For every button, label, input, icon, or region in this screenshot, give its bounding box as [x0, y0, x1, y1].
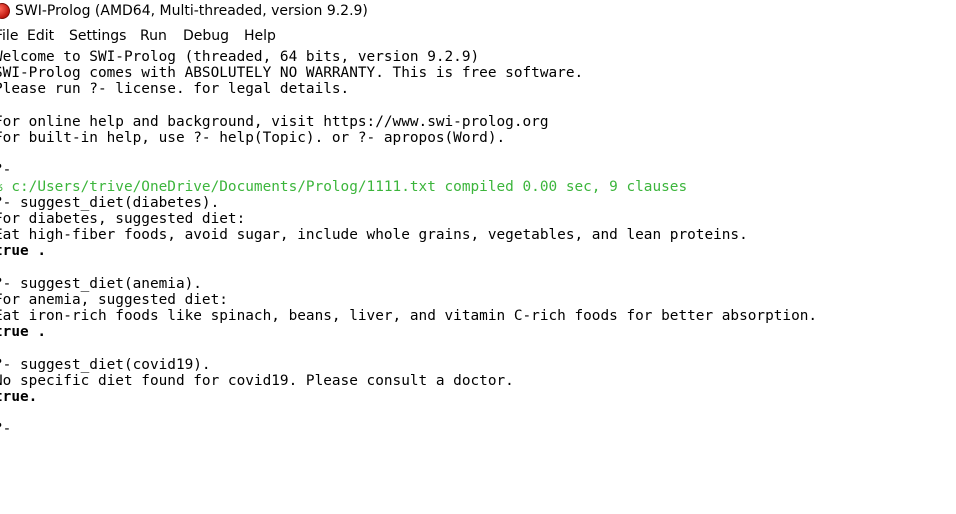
result-line: true. [0, 388, 38, 405]
console-line: For anemia, suggested diet: [0, 291, 228, 308]
console-line: ?- suggest_diet(covid19). [0, 356, 211, 373]
console-line: For online help and background, visit ht… [0, 113, 549, 130]
prolog-app-icon[interactable] [0, 3, 10, 19]
console-line: ?- [0, 421, 12, 438]
result-line: true . [0, 243, 46, 260]
menu-help[interactable]: Help [244, 27, 276, 45]
console-output[interactable]: Welcome to SWI-Prolog (threaded, 64 bits… [0, 49, 956, 514]
console-line: Please run ?- license. for legal details… [0, 81, 350, 98]
title-bar: SWI-Prolog (AMD64, Multi-threaded, versi… [0, 0, 956, 22]
console-line: Eat high-fiber foods, avoid sugar, inclu… [0, 227, 748, 244]
menu-run[interactable]: Run [140, 27, 167, 45]
prolog-console-window: SWI-Prolog (AMD64, Multi-threaded, versi… [0, 0, 956, 514]
console-line: ?- suggest_diet(diabetes). [0, 194, 220, 211]
menu-file[interactable]: File [0, 27, 18, 45]
result-line: true . [0, 324, 46, 341]
console-line: No specific diet found for covid19. Plea… [0, 372, 514, 389]
console-line: SWI-Prolog comes with ABSOLUTELY NO WARR… [0, 65, 584, 82]
console-line: ?- suggest_diet(anemia). [0, 275, 202, 292]
console-line: Eat iron-rich foods like spinach, beans,… [0, 308, 818, 324]
menu-edit[interactable]: Edit [27, 27, 54, 45]
menu-debug[interactable]: Debug [183, 27, 229, 45]
window-title: SWI-Prolog (AMD64, Multi-threaded, versi… [15, 3, 368, 19]
console-line: Welcome to SWI-Prolog (threaded, 64 bits… [0, 49, 480, 65]
console-line: ?- [0, 162, 12, 179]
console-line: For diabetes, suggested diet: [0, 210, 246, 227]
menu-bar: File Edit Settings Run Debug Help [0, 25, 956, 47]
menu-settings[interactable]: Settings [69, 27, 126, 45]
console-line: For built-in help, use ?- help(Topic). o… [0, 129, 506, 146]
compile-message-line: % c:/Users/trive/OneDrive/Documents/Prol… [0, 178, 688, 195]
